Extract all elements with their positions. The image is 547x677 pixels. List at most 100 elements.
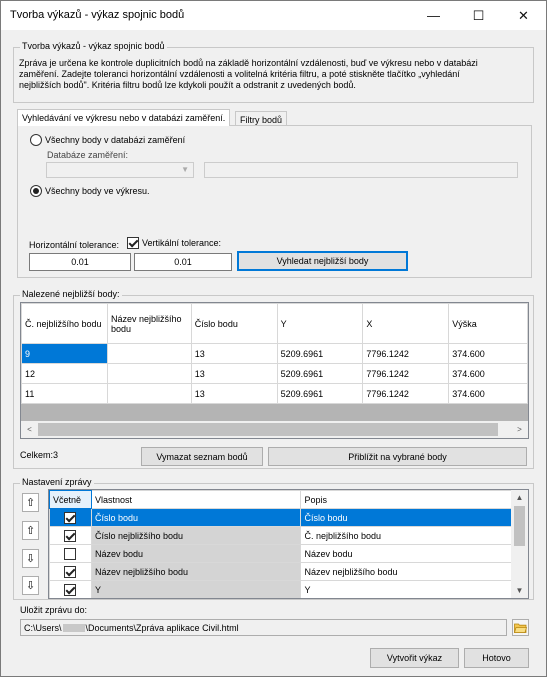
scroll-right-icon[interactable]: > <box>511 421 528 438</box>
clear-list-button[interactable]: Vymazat seznam bodů <box>141 447 263 466</box>
move-bottom-button[interactable]: ⇩ <box>22 576 39 595</box>
col-header-point-number[interactable]: Číslo bodu <box>190 303 278 344</box>
results-horizontal-scrollbar[interactable]: < > <box>21 421 528 438</box>
include-checkbox[interactable] <box>64 566 76 578</box>
table-cell[interactable] <box>106 343 192 364</box>
results-grid[interactable]: Č. nejbližšího bodu Název nejbližšího bo… <box>20 302 529 439</box>
arrow-up-icon: ⇧ <box>25 525 36 537</box>
col-header-x[interactable]: X <box>362 303 450 344</box>
radio-all-drawing-points[interactable] <box>30 185 42 197</box>
table-cell[interactable]: 13 <box>190 383 278 404</box>
intro-text-line-1: Zpráva je určena ke kontrole duplicitníc… <box>19 58 478 68</box>
table-row[interactable]: 11 13 5209.6961 7796.1242 374.600 <box>21 383 528 404</box>
col-header-elevation[interactable]: Výška <box>448 303 528 344</box>
include-checkbox[interactable] <box>64 512 76 524</box>
description-cell[interactable]: Název nejbližšího bodu <box>300 562 513 581</box>
table-cell[interactable]: 7796.1242 <box>362 383 450 404</box>
intro-legend: Tvorba výkazů - výkaz spojnic bodů <box>20 41 167 51</box>
table-cell[interactable]: 7796.1242 <box>362 343 450 364</box>
table-row[interactable]: 12 13 5209.6961 7796.1242 374.600 <box>21 363 528 384</box>
table-cell[interactable]: 7796.1242 <box>362 363 450 384</box>
description-cell[interactable]: Název bodu <box>300 544 513 563</box>
table-cell[interactable]: 5209.6961 <box>276 363 364 384</box>
save-path-field[interactable]: C:\Users\ \Documents\Zpráva aplikace Civ… <box>20 619 507 636</box>
table-row[interactable]: Číslo nejbližšího bodu Č. nejbližšího bo… <box>49 526 513 545</box>
include-cell[interactable] <box>49 544 92 563</box>
save-path-suffix: \Documents\Zpráva aplikace Civil.html <box>85 622 239 633</box>
intro-text-line-3: nejbližších bodů". Kritéria filtru bodů … <box>19 80 356 90</box>
col-header-description[interactable]: Popis <box>300 490 513 509</box>
scroll-up-icon[interactable]: ▲ <box>511 490 528 505</box>
include-cell[interactable] <box>49 526 92 545</box>
table-cell[interactable] <box>106 383 192 404</box>
table-row[interactable]: 9 13 5209.6961 7796.1242 374.600 <box>21 343 528 364</box>
browse-folder-button[interactable] <box>512 619 529 636</box>
description-cell[interactable]: Č. nejbližšího bodu <box>300 526 513 545</box>
survey-db-dropdown[interactable]: ▼ <box>46 162 194 178</box>
close-button[interactable]: ✕ <box>501 1 546 30</box>
clear-list-button-label: Vymazat seznam bodů <box>156 451 248 462</box>
table-cell[interactable]: 5209.6961 <box>276 383 364 404</box>
table-cell[interactable]: 12 <box>21 363 108 384</box>
folder-icon <box>514 623 527 633</box>
description-cell[interactable]: Číslo bodu <box>300 508 513 527</box>
table-cell[interactable]: 5209.6961 <box>276 343 364 364</box>
col-header-property[interactable]: Vlastnost <box>90 490 302 509</box>
table-cell[interactable] <box>106 363 192 384</box>
scroll-left-icon[interactable]: < <box>21 421 38 438</box>
table-cell[interactable]: 374.600 <box>448 343 528 364</box>
chevron-down-icon: ▼ <box>181 165 189 174</box>
zoom-to-selected-button[interactable]: Přiblížit na vybrané body <box>268 447 527 466</box>
col-header-nearest-name[interactable]: Název nejbližšího bodu <box>106 303 192 344</box>
survey-db-label: Databáze zaměření: <box>47 150 129 160</box>
radio-all-db-points-label: Všechny body v databázi zaměření <box>45 135 186 145</box>
table-row[interactable]: Název nejbližšího bodu Název nejbližšího… <box>49 562 513 581</box>
table-row[interactable]: Číslo bodu Číslo bodu <box>49 508 513 527</box>
table-cell[interactable]: 11 <box>21 383 108 404</box>
property-cell: Název bodu <box>90 544 302 563</box>
vertical-tolerance-label: Vertikální tolerance: <box>142 238 222 248</box>
col-header-include[interactable]: Včetně <box>49 490 92 509</box>
move-up-button[interactable]: ⇧ <box>22 521 39 540</box>
scrollbar-thumb[interactable] <box>514 506 525 546</box>
col-header-nearest-number[interactable]: Č. nejbližšího bodu <box>21 303 108 344</box>
include-cell[interactable] <box>49 580 92 598</box>
tab-filters-label: Filtry bodů <box>240 115 283 125</box>
done-button-label: Hotovo <box>482 653 511 663</box>
include-checkbox[interactable] <box>64 530 76 542</box>
maximize-button[interactable]: ☐ <box>456 1 501 30</box>
find-nearest-button[interactable]: Vyhledat nejbližší body <box>237 251 408 271</box>
table-row[interactable]: Název bodu Název bodu <box>49 544 513 563</box>
tab-filters[interactable]: Filtry bodů <box>235 111 288 126</box>
move-top-button[interactable]: ⇧ <box>22 493 39 512</box>
done-button[interactable]: Hotovo <box>464 648 529 668</box>
vertical-tolerance-input[interactable]: 0.01 <box>134 253 232 271</box>
horizontal-tolerance-input[interactable]: 0.01 <box>29 253 131 271</box>
survey-db-field <box>204 162 518 178</box>
description-cell[interactable]: Y <box>300 580 513 598</box>
intro-text-line-2: zaměření. Zadejte toleranci horizontální… <box>19 69 460 79</box>
include-checkbox[interactable] <box>64 548 76 560</box>
table-cell[interactable]: 13 <box>190 343 278 364</box>
col-header-y[interactable]: Y <box>276 303 364 344</box>
tab-search[interactable]: Vyhledávání ve výkresu nebo v databázi z… <box>17 109 231 126</box>
minimize-button[interactable]: — <box>411 1 456 30</box>
include-checkbox[interactable] <box>64 584 76 596</box>
scrollbar-thumb[interactable] <box>38 423 498 436</box>
create-report-button[interactable]: Vytvořit výkaz <box>370 648 459 668</box>
include-cell[interactable] <box>49 562 92 581</box>
arrow-up-to-top-icon: ⇧ <box>25 497 36 509</box>
table-row[interactable]: Y Y <box>49 580 513 598</box>
report-settings-table: Včetně Vlastnost Popis Číslo bodu Číslo … <box>49 490 513 598</box>
table-cell[interactable]: 374.600 <box>448 363 528 384</box>
radio-all-db-points[interactable] <box>30 134 42 146</box>
move-down-button[interactable]: ⇩ <box>22 549 39 568</box>
include-cell[interactable] <box>49 508 92 527</box>
table-cell[interactable]: 374.600 <box>448 383 528 404</box>
table-cell[interactable]: 13 <box>190 363 278 384</box>
vertical-tolerance-checkbox[interactable] <box>127 237 139 249</box>
report-vertical-scrollbar[interactable]: ▲ ▼ <box>511 490 528 598</box>
report-settings-grid[interactable]: Včetně Vlastnost Popis Číslo bodu Číslo … <box>48 489 529 599</box>
table-cell[interactable]: 9 <box>21 343 108 364</box>
scroll-down-icon[interactable]: ▼ <box>511 583 528 598</box>
